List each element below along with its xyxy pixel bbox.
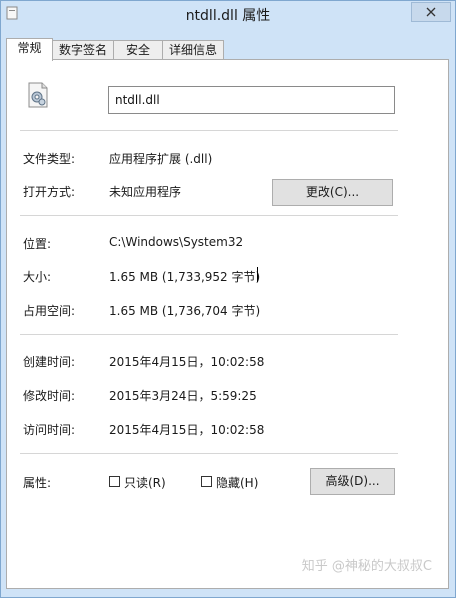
tab-label: 常规	[17, 41, 42, 55]
general-panel: 文件类型: 应用程序扩展 (.dll) 打开方式: 未知应用程序 更改(C)..…	[6, 59, 449, 589]
readonly-label[interactable]: 只读(R)	[124, 474, 166, 491]
file-type-label: 文件类型:	[23, 152, 76, 166]
close-icon	[426, 7, 436, 17]
text-caret	[257, 267, 258, 282]
open-with-label: 打开方式:	[23, 185, 76, 199]
separator	[20, 130, 398, 131]
tab-details[interactable]: 详细信息	[162, 40, 224, 60]
size-on-disk-value[interactable]: 1.65 MB (1,736,704 字节)	[109, 302, 260, 319]
attributes-label: 属性:	[23, 476, 52, 490]
properties-window: ntdll.dll 属性 常规 数字签名 安全 详细信息 ntdll.dll 文…	[0, 0, 456, 598]
tab-security[interactable]: 安全	[113, 40, 163, 60]
size-value[interactable]: 1.65 MB (1,733,952 字节)	[109, 268, 260, 285]
file-type-value: 应用程序扩展 (.dll)	[109, 152, 213, 166]
separator	[20, 334, 398, 335]
location-value: C:\Windows\System32	[109, 235, 244, 249]
size-on-disk-label: 占用空间:	[23, 304, 76, 318]
created-label: 创建时间:	[23, 355, 76, 369]
change-button[interactable]: 更改(C)...	[272, 179, 393, 206]
accessed-value[interactable]: 2015年4月15日，10:02:58	[109, 421, 264, 438]
tab-label: 安全	[125, 43, 150, 57]
modified-label: 修改时间:	[23, 389, 76, 403]
hidden-checkbox[interactable]	[201, 476, 212, 487]
created-value[interactable]: 2015年4月15日，10:02:58	[109, 353, 264, 370]
accessed-label: 访问时间:	[23, 423, 76, 437]
close-button[interactable]	[411, 2, 451, 22]
watermark: 知乎 @神秘的大叔叔C	[301, 559, 432, 574]
dll-file-icon	[28, 82, 48, 108]
modified-value[interactable]: 2015年3月24日，5:59:25	[109, 387, 257, 404]
tab-label: 详细信息	[168, 43, 217, 57]
size-label: 大小:	[23, 270, 52, 284]
readonly-checkbox[interactable]	[109, 476, 120, 487]
window-title: ntdll.dll 属性	[185, 8, 271, 24]
location-label: 位置:	[23, 237, 52, 251]
advanced-button[interactable]: 高级(D)...	[310, 468, 395, 495]
tab-digital-signatures[interactable]: 数字签名	[52, 40, 114, 60]
tab-general[interactable]: 常规	[6, 38, 53, 61]
hidden-label[interactable]: 隐藏(H)	[216, 474, 258, 491]
open-with-value: 未知应用程序	[109, 185, 182, 199]
separator	[20, 215, 398, 216]
title-bar[interactable]: ntdll.dll 属性	[1, 1, 455, 28]
filename-input[interactable]	[108, 86, 395, 114]
tab-label: 数字签名	[58, 43, 107, 57]
separator	[20, 453, 398, 454]
